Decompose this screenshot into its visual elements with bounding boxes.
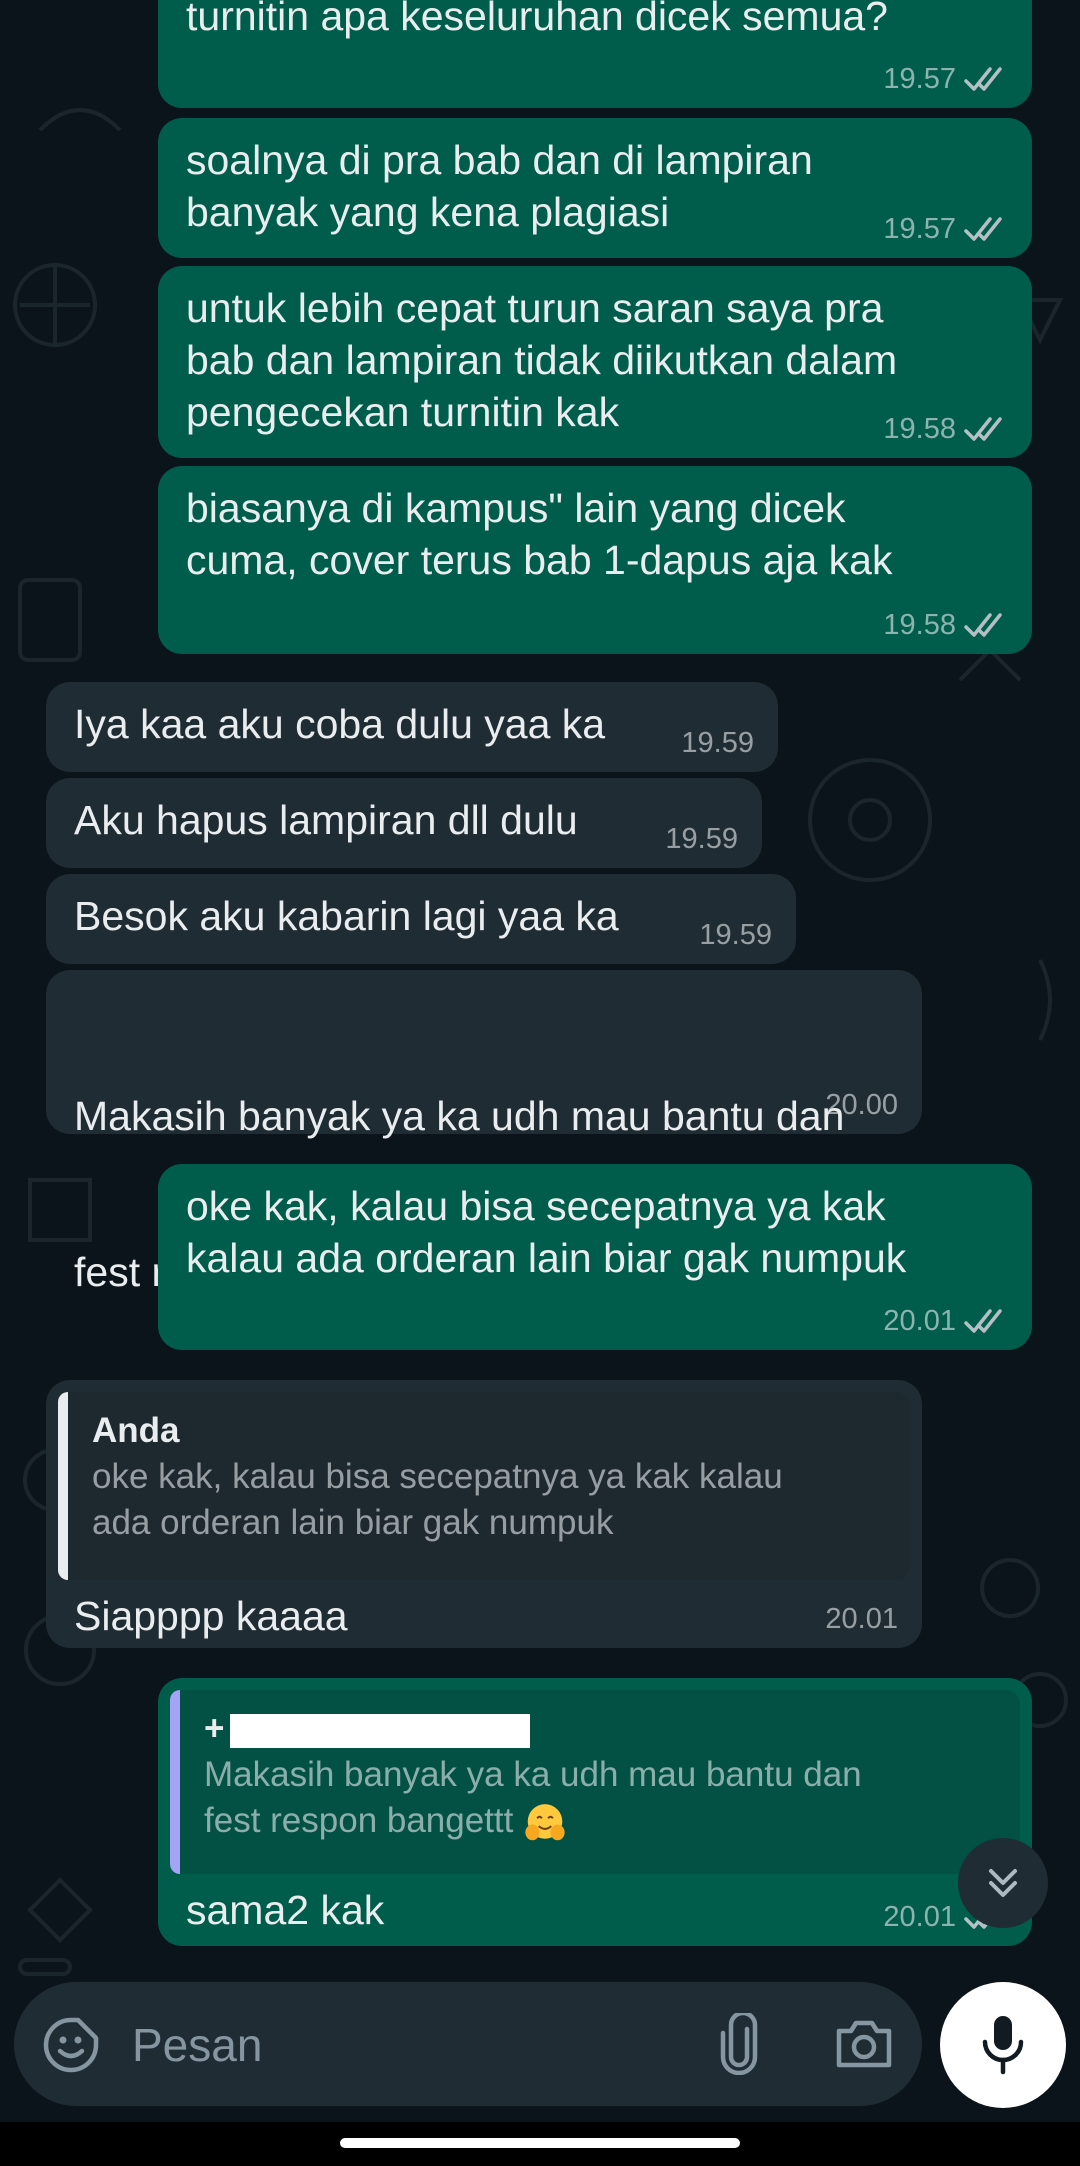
- quoted-message[interactable]: + Makasih banyak ya ka udh mau bantu dan…: [170, 1690, 1020, 1874]
- outgoing-message[interactable]: oke kak, kalau bisa secepatnya ya kak ka…: [158, 1164, 1032, 1350]
- voice-message-button[interactable]: [940, 1982, 1066, 2108]
- incoming-message[interactable]: Besok aku kabarin lagi yaa ka 19.59: [46, 874, 796, 964]
- quote-author-prefix: +: [204, 1709, 225, 1748]
- double-check-icon: [964, 416, 1002, 441]
- message-text: untuk lebih cepat turun saran saya pra b…: [186, 285, 898, 435]
- redacted-phone-number: [230, 1713, 531, 1748]
- attach-button[interactable]: [714, 2012, 764, 2076]
- message-time: 19.57: [883, 63, 956, 95]
- outgoing-message[interactable]: biasanya di kampus" lain yang dicek cuma…: [158, 466, 1032, 654]
- quote-text: oke kak, kalau bisa secepatnya ya kak ka…: [92, 1457, 783, 1542]
- quote-text: Makasih banyak ya ka udh mau bantu dan f…: [204, 1752, 996, 1845]
- incoming-message[interactable]: Makasih banyak ya ka udh mau bantu dan f…: [46, 970, 922, 1298]
- message-time: 20.00: [825, 1089, 898, 1121]
- message-meta: 19.59: [699, 919, 772, 952]
- hugging-face-emoji-icon: [525, 1803, 565, 1841]
- message-time: 19.57: [883, 213, 956, 245]
- message-time: 19.59: [699, 919, 772, 951]
- message-meta: 19.57: [883, 63, 1008, 96]
- outgoing-reply-message[interactable]: + Makasih banyak ya ka udh mau bantu dan…: [158, 1678, 1032, 1946]
- message-line: Makasih banyak ya ka udh mau bantu dan: [74, 1093, 845, 1139]
- quoted-message[interactable]: Anda oke kak, kalau bisa secepatnya ya k…: [58, 1392, 910, 1580]
- quote-line: fest respon bangettt: [204, 1801, 514, 1840]
- camera-icon: [836, 2020, 892, 2068]
- double-check-icon: [964, 1308, 1002, 1333]
- paperclip-icon: [720, 2013, 758, 2075]
- message-text: soalnya di pra bab dan di lampiran banya…: [186, 137, 813, 235]
- message-text: Iya kaa aku coba dulu yaa ka: [74, 701, 606, 747]
- message-time: 19.59: [665, 823, 738, 855]
- message-text: Siapppp kaaaa: [74, 1593, 348, 1639]
- message-time: 20.01: [883, 1901, 956, 1933]
- incoming-reply-message[interactable]: Anda oke kak, kalau bisa secepatnya ya k…: [46, 1380, 922, 1648]
- message-meta: 20.00: [825, 1089, 898, 1122]
- message-time: 20.01: [825, 1603, 898, 1635]
- outgoing-message[interactable]: untuk lebih cepat turun saran saya pra b…: [158, 266, 1032, 458]
- camera-button[interactable]: [834, 2016, 894, 2072]
- message-text: Besok aku kabarin lagi yaa ka: [74, 893, 619, 939]
- message-time: 19.59: [681, 727, 754, 759]
- double-chevron-down-icon: [989, 1869, 1017, 1897]
- outgoing-message[interactable]: soalnya di pra bab dan di lampiran banya…: [158, 118, 1032, 258]
- incoming-message[interactable]: Aku hapus lampiran dll dulu 19.59: [46, 778, 762, 868]
- scroll-to-bottom-button[interactable]: [958, 1838, 1048, 1928]
- message-meta: 20.01: [883, 1305, 1008, 1338]
- message-meta: 20.01: [825, 1603, 898, 1636]
- message-time: 20.01: [883, 1305, 956, 1337]
- emoji-button[interactable]: [42, 2016, 100, 2074]
- sticker-smile-icon: [43, 2017, 99, 2073]
- message-text: turnitin apa keseluruhan dicek semua?: [186, 0, 888, 39]
- message-meta: 19.59: [665, 823, 738, 856]
- double-check-icon: [964, 66, 1002, 91]
- quote-author: +: [204, 1706, 996, 1752]
- quote-line: Makasih banyak ya ka udh mau bantu dan: [204, 1755, 862, 1794]
- incoming-message[interactable]: Iya kaa aku coba dulu yaa ka 19.59: [46, 682, 778, 772]
- message-text: biasanya di kampus" lain yang dicek cuma…: [186, 485, 893, 583]
- message-input[interactable]: Pesan: [132, 2018, 262, 2072]
- quote-line-with-emoji: fest respon bangettt: [204, 1798, 996, 1845]
- message-text: Aku hapus lampiran dll dulu: [74, 797, 578, 843]
- double-check-icon: [964, 216, 1002, 241]
- message-meta: 19.58: [883, 609, 1008, 642]
- message-composer[interactable]: Pesan: [14, 1982, 922, 2106]
- outgoing-message[interactable]: turnitin apa keseluruhan dicek semua? 19…: [158, 0, 1032, 108]
- message-meta: 19.58: [883, 413, 1008, 446]
- home-gesture-bar[interactable]: [340, 2138, 740, 2148]
- message-time: 19.58: [883, 609, 956, 641]
- message-time: 19.58: [883, 413, 956, 445]
- microphone-icon: [982, 2016, 1024, 2075]
- message-text: oke kak, kalau bisa secepatnya ya kak ka…: [186, 1183, 907, 1281]
- quote-author: Anda: [92, 1411, 180, 1450]
- double-check-icon: [964, 612, 1002, 637]
- message-meta: 19.59: [681, 727, 754, 760]
- message-meta: 19.57: [883, 213, 1008, 246]
